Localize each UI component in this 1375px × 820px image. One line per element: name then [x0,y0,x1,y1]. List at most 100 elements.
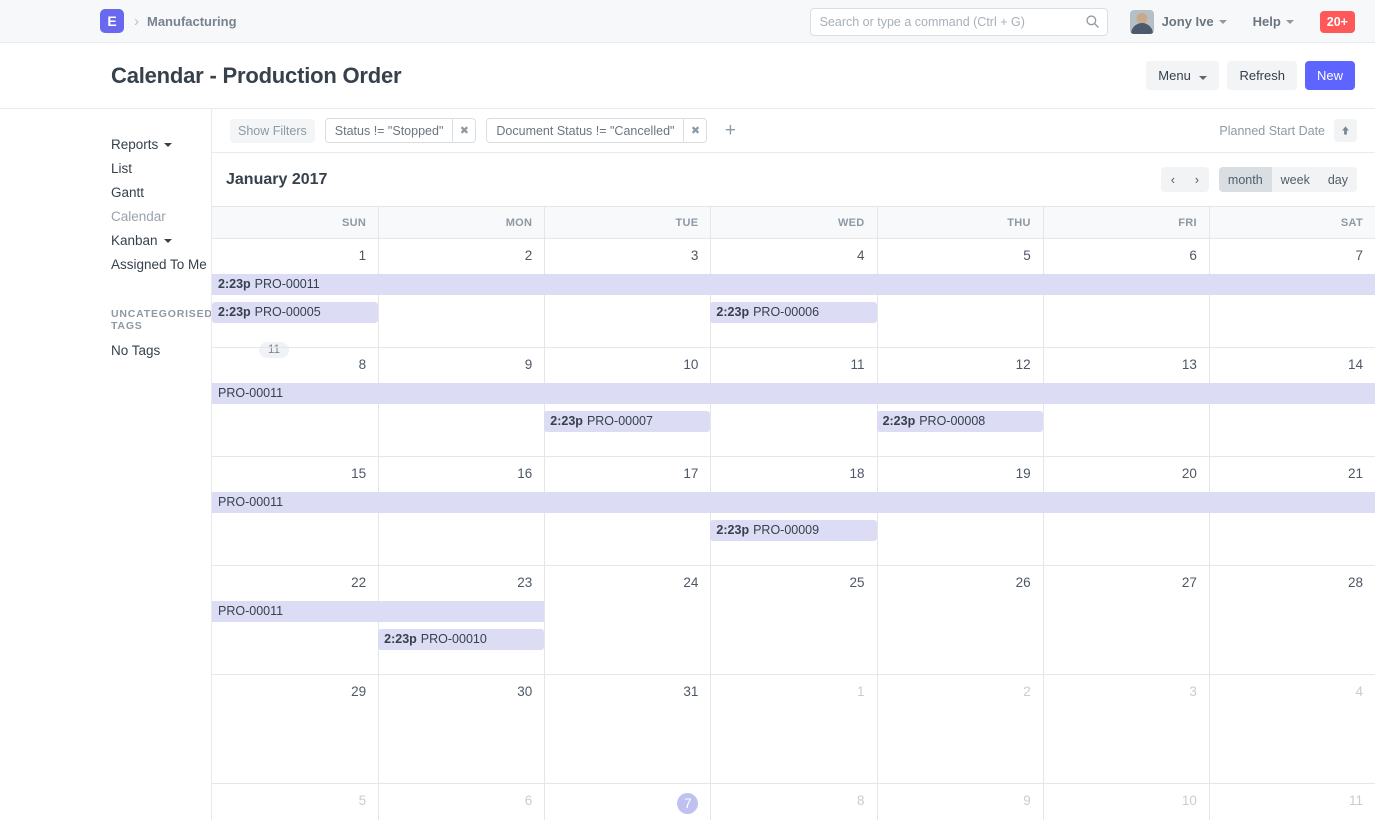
calendar-event-title: PRO-00011 [218,495,283,509]
calendar-day-cell[interactable] [1043,675,1209,783]
calendar-week-cells [212,784,1375,820]
remove-filter-icon[interactable]: ✖ [683,119,706,142]
calendar-event[interactable]: 2:23p PRO-00011 [212,274,1375,295]
calendar-day-cell[interactable] [212,784,378,820]
show-filters-button[interactable]: Show Filters [230,119,315,143]
sidebar-item-kanban[interactable]: Kanban [111,229,211,253]
filter-pill[interactable]: Status != "Stopped"✖ [325,118,477,143]
calendar-dow-mon: MON [378,207,544,238]
calendar-event[interactable]: 2:23pPRO-00005 [212,302,378,323]
calendar-header: January 2017 ‹ › monthweekday [212,153,1375,206]
calendar-event-title: PRO-00005 [255,305,321,319]
search-wrapper [810,8,1108,36]
calendar-week-row: 2930311234 [212,675,1375,784]
calendar-day-cell[interactable] [212,675,378,783]
calendar-event-time: 2:23p [883,414,916,428]
calendar-day-cell[interactable] [710,784,876,820]
sidebar-item-reports[interactable]: Reports [111,133,211,157]
calendar-view-month[interactable]: month [1219,167,1272,192]
sidebar-item-label: Calendar [111,205,166,229]
calendar-event[interactable]: PRO-00011 [212,383,1375,404]
chevron-right-icon: › [134,13,139,30]
filter-pill[interactable]: Document Status != "Cancelled"✖ [486,118,707,143]
sidebar-item-assigned-to-me[interactable]: Assigned To Me [111,253,211,277]
calendar-event-time: 2:23p [550,414,583,428]
sidebar-item-list[interactable]: List [111,157,211,181]
sort-field-label[interactable]: Planned Start Date [1219,124,1325,138]
prev-month-button[interactable]: ‹ [1161,167,1185,192]
calendar-day-cell[interactable] [710,675,876,783]
search-input[interactable] [810,8,1108,36]
sidebar-item-label: Reports [111,133,158,157]
calendar-dow-sat: SAT [1209,207,1375,238]
sort-area: Planned Start Date [1219,119,1357,142]
calendar-nav-group: ‹ › [1161,167,1209,192]
calendar-week-row: 22232425262728PRO-000112:23pPRO-00010 [212,566,1375,675]
calendar-week-row: 567891011 [212,784,1375,820]
sidebar-tags: No Tags11 [111,342,211,358]
calendar-event[interactable]: 2:23pPRO-00010 [378,629,544,650]
sidebar-item-gantt[interactable]: Gantt [111,181,211,205]
sort-direction-button[interactable] [1334,119,1357,142]
calendar-day-cell[interactable] [1043,784,1209,820]
refresh-button[interactable]: Refresh [1227,61,1297,90]
sidebar-item-calendar[interactable]: Calendar [111,205,211,229]
calendar-event-title: PRO-00007 [587,414,653,428]
calendar-dow-wed: WED [710,207,876,238]
calendar-day-cell[interactable] [544,784,710,820]
notification-badge[interactable]: 20+ [1320,11,1355,33]
app-logo-icon[interactable]: E [100,9,124,33]
calendar-day-cell[interactable] [877,566,1043,674]
calendar-day-cell[interactable] [877,675,1043,783]
sidebar-item-label: Gantt [111,181,144,205]
calendar-day-cell[interactable] [544,675,710,783]
calendar-title: January 2017 [226,171,327,189]
next-month-button[interactable]: › [1185,167,1209,192]
user-menu[interactable]: Jony Ive [1162,14,1227,29]
calendar-view-group: monthweekday [1219,167,1357,192]
sidebar-items: ReportsListGanttCalendarKanbanAssigned T… [111,133,211,277]
calendar-day-cell[interactable] [378,675,544,783]
avatar[interactable] [1130,10,1154,34]
main-content: Show Filters Status != "Stopped"✖Documen… [211,109,1375,820]
calendar-event-title: PRO-00008 [919,414,985,428]
calendar-day-cell[interactable] [1209,675,1375,783]
chevron-down-icon [1199,76,1207,80]
search-icon [1085,14,1100,29]
page-actions: Menu Refresh New [1146,61,1355,90]
calendar-day-cell[interactable] [1209,566,1375,674]
calendar-view-day[interactable]: day [1319,167,1357,192]
calendar-day-cell[interactable] [877,784,1043,820]
add-filter-button[interactable]: + [718,119,742,143]
calendar-event[interactable]: PRO-00011 [212,601,544,622]
calendar-event[interactable]: 2:23pPRO-00009 [710,520,876,541]
calendar-event-title: PRO-00011 [218,604,283,618]
calendar-view-week[interactable]: week [1272,167,1319,192]
help-menu[interactable]: Help [1253,14,1294,29]
calendar-event[interactable]: 2:23pPRO-00008 [877,411,1043,432]
calendar-event-title: PRO-00011 [255,277,320,291]
page-header: Calendar - Production Order Menu Refresh… [0,43,1375,109]
calendar-event[interactable]: PRO-00011 [212,492,1375,513]
calendar-day-cell[interactable] [1043,566,1209,674]
remove-filter-icon[interactable]: ✖ [452,119,475,142]
sidebar: ReportsListGanttCalendarKanbanAssigned T… [0,109,211,820]
calendar-event[interactable]: 2:23p PRO-00007 [544,411,710,432]
calendar-day-cell[interactable] [378,784,544,820]
calendar-controls: ‹ › monthweekday [1161,167,1357,192]
calendar-dow-sun: SUN [212,207,378,238]
calendar-day-cell[interactable] [710,566,876,674]
calendar-week-cells [212,675,1375,783]
new-button[interactable]: New [1305,61,1355,90]
filter-bar: Show Filters Status != "Stopped"✖Documen… [212,109,1375,153]
calendar-day-cell[interactable] [1209,784,1375,820]
menu-button[interactable]: Menu [1146,61,1219,90]
help-menu-label: Help [1253,14,1281,29]
breadcrumb[interactable]: Manufacturing [147,14,237,29]
calendar-dow-thu: THU [877,207,1043,238]
sidebar-section-header: UNCATEGORISED TAGS [111,308,211,332]
calendar-event-time: 2:23p [218,277,251,291]
calendar-event[interactable]: 2:23pPRO-00006 [710,302,876,323]
calendar-day-cell[interactable] [544,566,710,674]
filter-pill-label: Status != "Stopped" [326,124,453,138]
